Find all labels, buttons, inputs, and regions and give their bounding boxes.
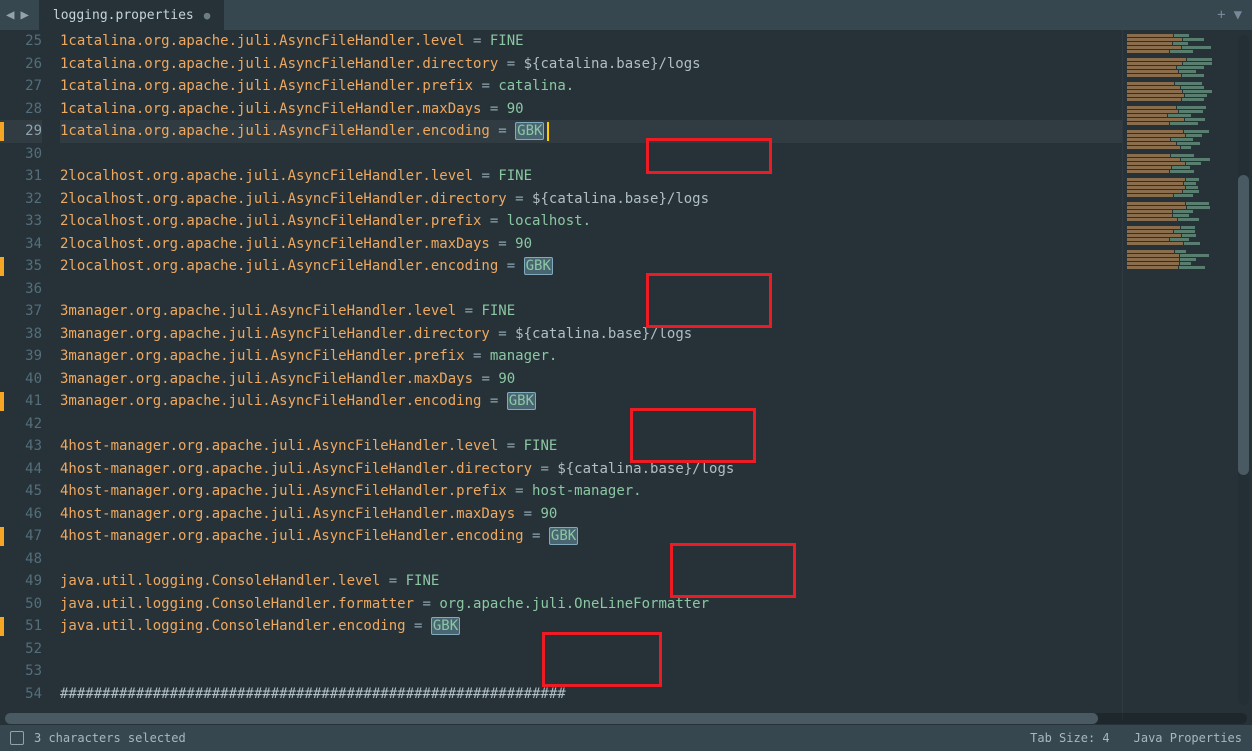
code-line[interactable]: 2localhost.org.apache.juli.AsyncFileHand… — [60, 210, 1122, 233]
code-line[interactable]: 1catalina.org.apache.juli.AsyncFileHandl… — [60, 120, 1122, 143]
gutter-line[interactable]: 31 — [0, 165, 42, 188]
panel-toggle-icon[interactable] — [10, 731, 24, 745]
code-line[interactable] — [60, 548, 1122, 571]
gutter-line[interactable]: 45 — [0, 480, 42, 503]
tab-logging-properties[interactable]: logging.properties ● — [39, 0, 225, 30]
code-line[interactable]: 4host-manager.org.apache.juli.AsyncFileH… — [60, 480, 1122, 503]
code-line[interactable]: 1catalina.org.apache.juli.AsyncFileHandl… — [60, 75, 1122, 98]
code-line[interactable]: java.util.logging.ConsoleHandler.level =… — [60, 570, 1122, 593]
line-gutter[interactable]: 2526272829303132333435363738394041424344… — [0, 30, 52, 720]
gutter-line[interactable]: 49 — [0, 570, 42, 593]
code-line[interactable]: java.util.logging.ConsoleHandler.formatt… — [60, 593, 1122, 616]
nav-arrows: ◀ ▶ — [4, 5, 31, 25]
code-line[interactable]: 1catalina.org.apache.juli.AsyncFileHandl… — [60, 98, 1122, 121]
titlebar-actions: + ▼ — [1217, 7, 1248, 23]
tab-menu-icon[interactable]: ▼ — [1234, 7, 1242, 23]
gutter-line[interactable]: 46 — [0, 503, 42, 526]
code-line[interactable]: 4host-manager.org.apache.juli.AsyncFileH… — [60, 503, 1122, 526]
nav-forward-icon[interactable]: ▶ — [18, 5, 30, 25]
gutter-line[interactable]: 37 — [0, 300, 42, 323]
gutter-line[interactable]: 25 — [0, 30, 42, 53]
code-line[interactable]: 2localhost.org.apache.juli.AsyncFileHand… — [60, 255, 1122, 278]
gutter-line[interactable]: 33 — [0, 210, 42, 233]
horizontal-scrollbar-thumb[interactable] — [5, 713, 1098, 724]
code-line[interactable] — [60, 638, 1122, 661]
code-line[interactable]: 2localhost.org.apache.juli.AsyncFileHand… — [60, 165, 1122, 188]
editor: 2526272829303132333435363738394041424344… — [0, 30, 1252, 720]
code-line[interactable]: 4host-manager.org.apache.juli.AsyncFileH… — [60, 458, 1122, 481]
gutter-line[interactable]: 36 — [0, 278, 42, 301]
gutter-line[interactable]: 40 — [0, 368, 42, 391]
gutter-line[interactable]: 42 — [0, 413, 42, 436]
code-line[interactable]: 3manager.org.apache.juli.AsyncFileHandle… — [60, 390, 1122, 413]
tab-modified-icon[interactable]: ● — [204, 9, 211, 22]
code-line[interactable]: 1catalina.org.apache.juli.AsyncFileHandl… — [60, 53, 1122, 76]
gutter-line[interactable]: 43 — [0, 435, 42, 458]
add-tab-icon[interactable]: + — [1217, 7, 1225, 23]
minimap[interactable] — [1122, 30, 1252, 720]
code-line[interactable] — [60, 660, 1122, 683]
tab-size-button[interactable]: Tab Size: 4 — [1030, 731, 1109, 745]
gutter-line[interactable]: 52 — [0, 638, 42, 661]
code-line[interactable] — [60, 143, 1122, 166]
gutter-line[interactable]: 26 — [0, 53, 42, 76]
code-line[interactable] — [60, 278, 1122, 301]
code-line[interactable]: 3manager.org.apache.juli.AsyncFileHandle… — [60, 345, 1122, 368]
gutter-line[interactable]: 29 — [0, 120, 42, 143]
code-line[interactable]: 4host-manager.org.apache.juli.AsyncFileH… — [60, 435, 1122, 458]
gutter-line[interactable]: 30 — [0, 143, 42, 166]
gutter-line[interactable]: 39 — [0, 345, 42, 368]
code-line[interactable]: java.util.logging.ConsoleHandler.encodin… — [60, 615, 1122, 638]
code-line[interactable]: 2localhost.org.apache.juli.AsyncFileHand… — [60, 188, 1122, 211]
code-area[interactable]: 1catalina.org.apache.juli.AsyncFileHandl… — [52, 30, 1122, 720]
tab-title: logging.properties — [53, 8, 194, 23]
code-line[interactable]: 3manager.org.apache.juli.AsyncFileHandle… — [60, 300, 1122, 323]
gutter-line[interactable]: 47 — [0, 525, 42, 548]
code-line[interactable]: 1catalina.org.apache.juli.AsyncFileHandl… — [60, 30, 1122, 53]
code-line[interactable] — [60, 413, 1122, 436]
vertical-scrollbar[interactable] — [1238, 35, 1249, 705]
language-mode-button[interactable]: Java Properties — [1134, 731, 1242, 745]
gutter-line[interactable]: 51 — [0, 615, 42, 638]
code-line[interactable]: 4host-manager.org.apache.juli.AsyncFileH… — [60, 525, 1122, 548]
gutter-line[interactable]: 44 — [0, 458, 42, 481]
code-line[interactable]: ########################################… — [60, 683, 1122, 706]
gutter-line[interactable]: 41 — [0, 390, 42, 413]
gutter-line[interactable]: 50 — [0, 593, 42, 616]
horizontal-scrollbar[interactable] — [5, 713, 1247, 724]
nav-back-icon[interactable]: ◀ — [4, 5, 16, 25]
gutter-line[interactable]: 34 — [0, 233, 42, 256]
vertical-scrollbar-thumb[interactable] — [1238, 175, 1249, 475]
gutter-line[interactable]: 32 — [0, 188, 42, 211]
gutter-line[interactable]: 27 — [0, 75, 42, 98]
gutter-line[interactable]: 54 — [0, 683, 42, 706]
gutter-line[interactable]: 35 — [0, 255, 42, 278]
code-line[interactable]: 2localhost.org.apache.juli.AsyncFileHand… — [60, 233, 1122, 256]
tab-bar: ◀ ▶ logging.properties ● + ▼ — [0, 0, 1252, 30]
status-bar: 3 characters selected Tab Size: 4 Java P… — [0, 725, 1252, 751]
gutter-line[interactable]: 48 — [0, 548, 42, 571]
code-line[interactable]: 3manager.org.apache.juli.AsyncFileHandle… — [60, 368, 1122, 391]
gutter-line[interactable]: 53 — [0, 660, 42, 683]
selection-status: 3 characters selected — [34, 731, 186, 745]
gutter-line[interactable]: 28 — [0, 98, 42, 121]
gutter-line[interactable]: 38 — [0, 323, 42, 346]
code-line[interactable]: 3manager.org.apache.juli.AsyncFileHandle… — [60, 323, 1122, 346]
